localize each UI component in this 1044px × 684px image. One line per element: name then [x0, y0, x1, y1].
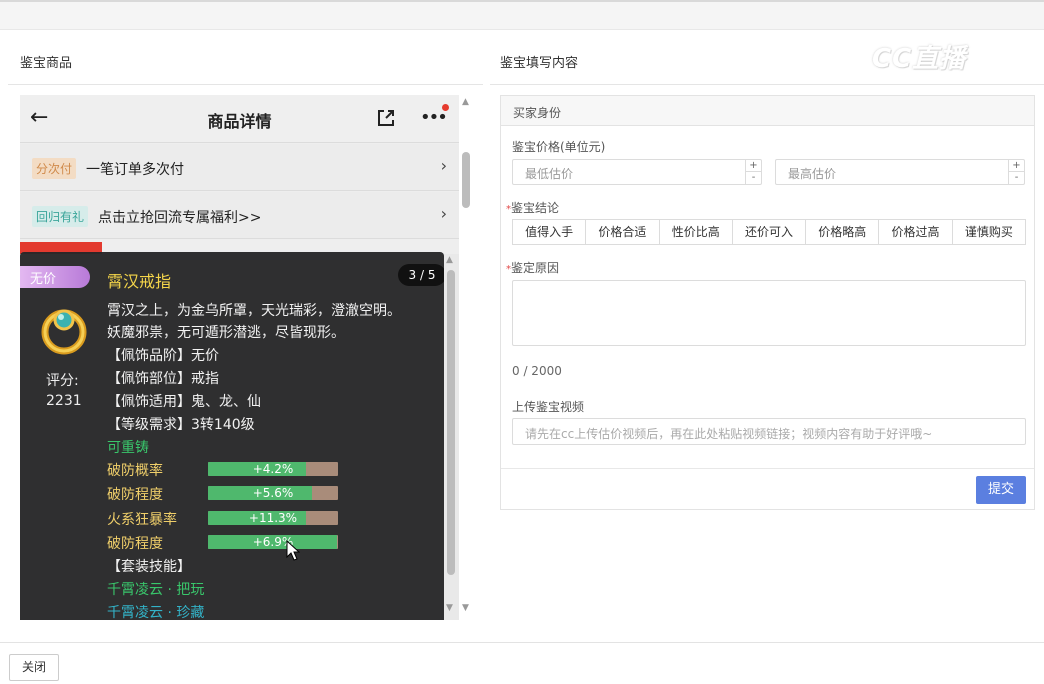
- scrollbar-thumb[interactable]: [447, 270, 455, 575]
- decrement-icon[interactable]: -: [1009, 172, 1024, 184]
- scroll-down-icon[interactable]: ▼: [446, 603, 453, 613]
- conclusion-label: *鉴宝结论: [506, 199, 559, 216]
- conclusion-option[interactable]: 还价可入: [732, 220, 807, 244]
- left-section-title: 鉴宝商品: [20, 56, 73, 71]
- stat-label: 破防程度: [107, 536, 163, 552]
- conclusion-option[interactable]: 价格过高: [879, 220, 953, 244]
- more-icon[interactable]: •••: [420, 107, 448, 128]
- stat-bar: +6.9%: [208, 535, 338, 549]
- appraisal-form: 买家身份 鉴宝价格(单位元) 最低估价 + - 最高估价 + - *鉴宝结论 值得入…: [500, 95, 1035, 510]
- conclusion-option[interactable]: 价格略高: [806, 220, 880, 244]
- installment-text: 一笔订单多次付: [86, 162, 184, 178]
- item-attribute: 【佩饰适用】鬼、龙、仙: [107, 394, 261, 410]
- increment-icon[interactable]: +: [1009, 160, 1024, 172]
- stat-bar: +4.2%: [208, 462, 338, 476]
- divider: [8, 84, 483, 85]
- max-price-input[interactable]: 最高估价 + -: [775, 159, 1025, 185]
- video-link-placeholder: 请先在cc上传估价视频后，再在此处粘贴视频链接；视频内容有助于好评哦~: [525, 427, 933, 441]
- reason-textarea[interactable]: [512, 280, 1026, 346]
- max-price-stepper[interactable]: + -: [1008, 160, 1024, 184]
- scroll-up-icon[interactable]: ▲: [462, 97, 469, 107]
- price-label: 鉴宝价格(单位元): [512, 140, 606, 154]
- decrement-icon[interactable]: -: [746, 172, 761, 184]
- score-label: 评分:: [46, 373, 79, 389]
- score-value: 2231: [46, 393, 82, 409]
- return-gift-row[interactable]: 回归有礼 点击立抢回流专属福利>> ›: [20, 192, 459, 239]
- item-description-line: 霄汉之上，为金乌所罩，天光瑞彩，澄澈空明。: [107, 303, 401, 319]
- item-attribute: 【等级需求】3转140级: [107, 417, 255, 433]
- right-section-title: 鉴宝填写内容: [500, 56, 579, 71]
- set-skill: 千霄凌云 · 把玩: [107, 582, 205, 598]
- share-icon[interactable]: [375, 107, 397, 129]
- conclusion-button-group: 值得入手 价格合适 性价比高 还价可入 价格略高 价格过高 谨慎购买: [512, 219, 1026, 245]
- chevron-right-icon: ›: [440, 204, 447, 223]
- conclusion-option[interactable]: 价格合适: [586, 220, 660, 244]
- return-gift-tag: 回归有礼: [32, 206, 89, 227]
- set-skill-title: 【套装技能】: [107, 559, 191, 575]
- increment-icon[interactable]: +: [746, 160, 761, 172]
- chevron-right-icon: ›: [440, 156, 447, 175]
- video-label: 上传鉴宝视频: [512, 400, 585, 414]
- stat-bar: +5.6%: [208, 486, 338, 500]
- item-description-line: 妖魔邪祟，无可遁形潜逃，尽皆现形。: [107, 325, 345, 341]
- top-bar: [0, 0, 1044, 30]
- item-attribute: 【佩饰品阶】无价: [107, 348, 219, 364]
- mouse-cursor-icon: [286, 540, 300, 561]
- min-price-placeholder: 最低估价: [525, 167, 574, 181]
- stat-label: 破防程度: [107, 487, 163, 503]
- divider: [501, 468, 1034, 469]
- installment-tag: 分次付: [32, 158, 77, 179]
- submit-button[interactable]: 提交: [976, 476, 1026, 504]
- divider: [490, 84, 1044, 85]
- scroll-up-icon[interactable]: ▲: [446, 255, 453, 265]
- stat-value: +11.3%: [248, 511, 298, 525]
- conclusion-option[interactable]: 值得入手: [513, 220, 587, 244]
- min-price-input[interactable]: 最低估价 + -: [512, 159, 762, 185]
- close-button[interactable]: 关闭: [9, 654, 59, 681]
- scroll-down-icon[interactable]: ▼: [462, 603, 469, 613]
- stat-value: +6.9%: [252, 535, 294, 549]
- max-price-placeholder: 最高估价: [788, 167, 837, 181]
- item-tooltip-card: 无价 霄汉戒指 3 / 5 评分: 2231 霄汉之上，为金乌所罩，天光瑞彩，澄…: [20, 252, 444, 620]
- set-skill: 千霄凌云 · 珍藏: [107, 605, 205, 620]
- ring-icon: [41, 309, 87, 355]
- return-gift-text: 点击立抢回流专属福利>>: [98, 210, 262, 226]
- watermark-logo: CC直播: [872, 44, 967, 74]
- installment-row[interactable]: 分次付 一笔订单多次付 ›: [20, 144, 459, 191]
- char-counter: 0 / 2000: [512, 364, 562, 378]
- conclusion-option[interactable]: 性价比高: [659, 220, 733, 244]
- stat-value: +5.6%: [252, 486, 294, 500]
- divider: [0, 642, 1044, 643]
- reason-label: *鉴定原因: [506, 259, 559, 276]
- conclusion-label-text: 鉴宝结论: [511, 201, 560, 215]
- stat-bar: +11.3%: [208, 511, 338, 525]
- phone-header: ← 商品详情 •••: [20, 95, 459, 143]
- min-price-stepper[interactable]: + -: [745, 160, 761, 184]
- grade-badge: 无价: [20, 266, 90, 288]
- stat-value: +4.2%: [252, 462, 294, 476]
- reason-label-text: 鉴定原因: [511, 261, 560, 275]
- conclusion-option[interactable]: 谨慎购买: [952, 220, 1025, 244]
- item-name: 霄汉戒指: [107, 272, 172, 291]
- reforge-label: 可重铸: [107, 440, 149, 456]
- stat-label: 火系狂暴率: [107, 512, 177, 528]
- scrollbar-thumb[interactable]: [462, 152, 470, 208]
- stat-label: 破防概率: [107, 463, 163, 479]
- buyer-identity-header: 买家身份: [501, 96, 1034, 126]
- notification-dot: [442, 104, 449, 111]
- video-link-input[interactable]: 请先在cc上传估价视频后，再在此处粘贴视频链接；视频内容有助于好评哦~: [512, 418, 1026, 445]
- item-attribute: 【佩饰部位】戒指: [107, 371, 219, 387]
- image-pager: 3 / 5: [398, 264, 444, 286]
